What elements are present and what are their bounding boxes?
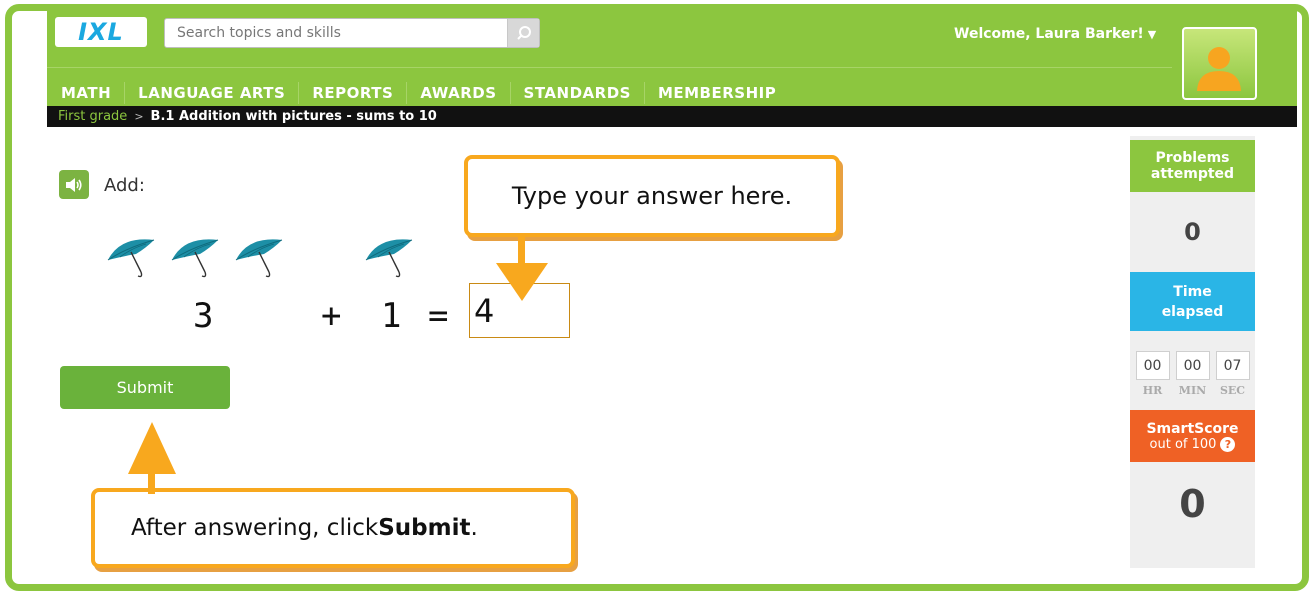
arrow-up-icon [128, 422, 176, 494]
hours-label: HR [1142, 384, 1163, 397]
timer-minutes: 00 [1175, 351, 1210, 380]
timer-seconds: 07 [1215, 351, 1250, 380]
breadcrumb-separator: > [134, 110, 144, 123]
equals-sign: = [428, 296, 449, 336]
smartscore-header: SmartScore out of 100 ? [1130, 410, 1255, 462]
user-icon [1197, 47, 1241, 91]
speaker-icon [66, 177, 82, 192]
search-box [164, 18, 540, 48]
submit-button[interactable]: Submit [60, 366, 230, 409]
breadcrumb-grade[interactable]: First grade [58, 109, 127, 124]
minutes-label: MIN [1178, 384, 1207, 397]
nav-awards[interactable]: AWARDS [407, 84, 509, 102]
caret-down-icon: ▼ [1147, 28, 1157, 41]
search-button[interactable] [507, 19, 539, 47]
ixl-logo[interactable]: IXL [55, 17, 147, 47]
umbrella-icon [171, 239, 219, 278]
umbrella-icon [235, 239, 283, 278]
nav-math[interactable]: MATH [47, 84, 124, 102]
question-prompt: Add: [104, 175, 145, 196]
addend-one: 3 [193, 296, 214, 336]
speaker-button[interactable] [59, 170, 89, 199]
header: IXL Welcome, Laura Barker!▼ MATH LANGUAG… [47, 10, 1297, 106]
umbrella-icon [365, 239, 413, 278]
breadcrumb: First grade > B.1 Addition with pictures… [47, 106, 1297, 127]
header-divider [47, 67, 1172, 68]
main-nav: MATH LANGUAGE ARTS REPORTS AWARDS STANDA… [47, 82, 789, 104]
umbrella-icon [107, 239, 155, 278]
nav-standards[interactable]: STANDARDS [511, 84, 644, 102]
timer-hours: 00 [1135, 351, 1170, 380]
answer-hint-callout: Type your answer here. [464, 155, 840, 237]
problems-attempted-value: 0 [1184, 218, 1201, 246]
avatar[interactable] [1182, 27, 1257, 100]
welcome-menu[interactable]: Welcome, Laura Barker! ▼ [954, 26, 1156, 42]
nav-membership[interactable]: MEMBERSHIP [645, 84, 789, 102]
help-icon[interactable]: ? [1220, 436, 1236, 452]
stats-sidebar: Problems attempted 0 Time elapsed 00 00 … [1130, 136, 1255, 568]
timer-labels: HR MIN SEC [1130, 384, 1255, 397]
arrow-down-icon [496, 233, 548, 301]
seconds-label: SEC [1219, 384, 1246, 397]
submit-hint-callout: After answering, click Submit. [91, 488, 575, 568]
timer: 00 00 07 [1130, 351, 1255, 380]
time-elapsed-header: Time elapsed [1130, 272, 1255, 331]
plus-sign: + [321, 296, 342, 336]
addend-two: 1 [381, 296, 402, 336]
breadcrumb-skill: B.1 Addition with pictures - sums to 10 [150, 109, 437, 124]
smartscore-value: 0 [1179, 482, 1206, 526]
search-input[interactable] [165, 19, 505, 47]
problems-attempted-header: Problems attempted [1130, 140, 1255, 192]
search-icon [516, 26, 531, 40]
nav-reports[interactable]: REPORTS [299, 84, 406, 102]
nav-language-arts[interactable]: LANGUAGE ARTS [125, 84, 298, 102]
